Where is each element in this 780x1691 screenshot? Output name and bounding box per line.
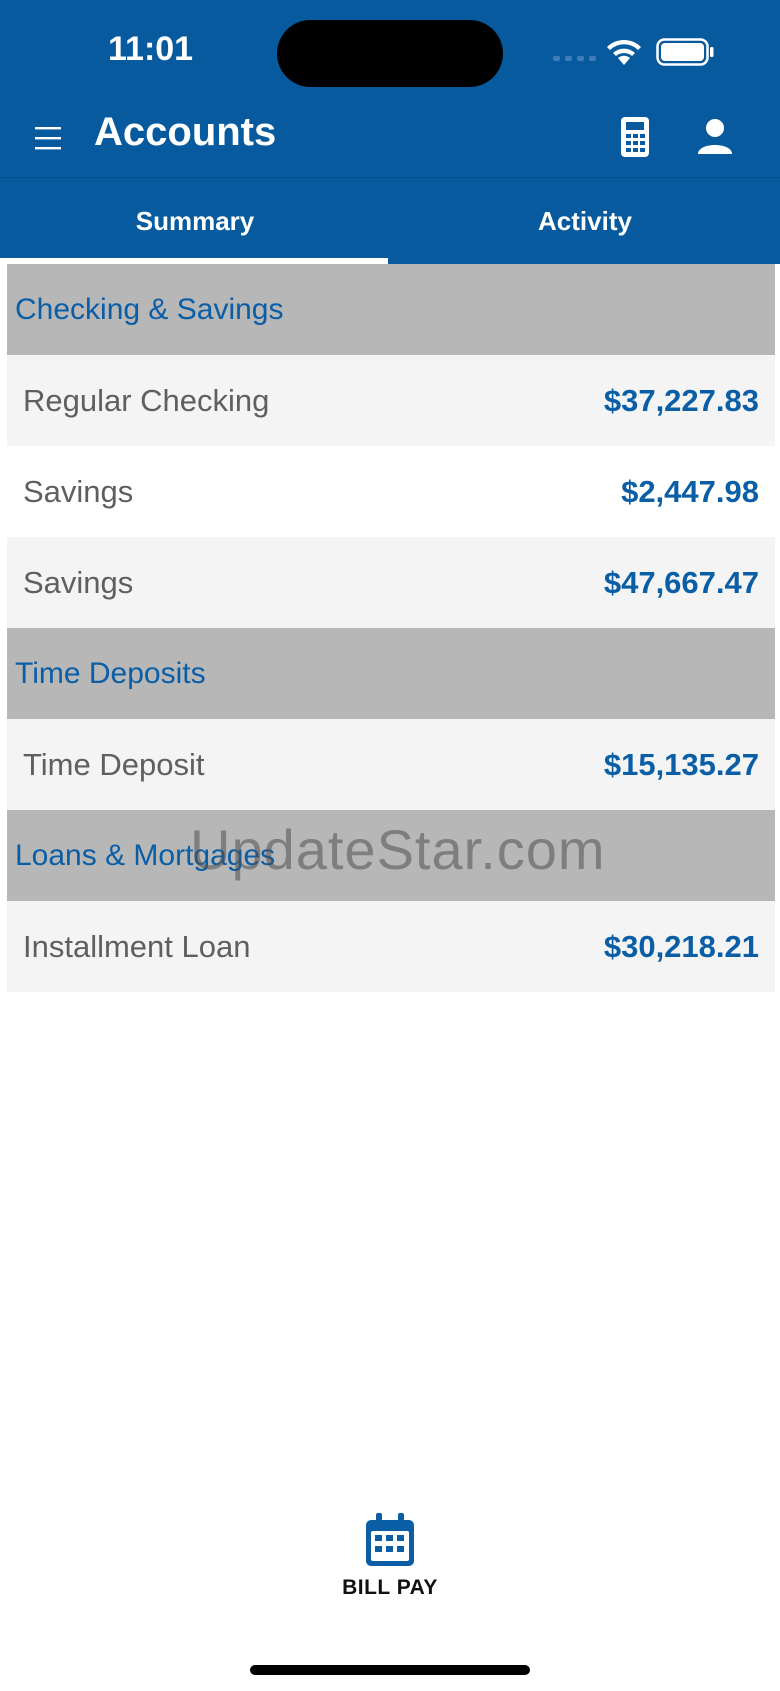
menu-button[interactable] — [30, 120, 68, 156]
battery-icon — [656, 38, 714, 66]
account-balance: $15,135.27 — [603, 746, 759, 782]
account-row-savings-1[interactable]: Savings $2,447.98 — [7, 446, 775, 537]
home-indicator[interactable] — [250, 1665, 530, 1675]
tab-summary[interactable]: Summary — [0, 178, 390, 264]
account-balance: $47,667.47 — [603, 564, 759, 600]
account-balance: $30,218.21 — [603, 928, 759, 964]
section-title: Checking & Savings — [15, 292, 284, 326]
account-row-savings-2[interactable]: Savings $47,667.47 — [7, 537, 775, 628]
section-header-checking-savings: Checking & Savings — [7, 264, 775, 355]
account-name: Regular Checking — [23, 382, 270, 418]
page-title: Accounts — [94, 110, 277, 154]
account-balance: $2,447.98 — [621, 473, 759, 509]
account-name: Installment Loan — [23, 928, 251, 964]
account-row-installment-loan[interactable]: Installment Loan $30,218.21 — [7, 901, 775, 992]
hamburger-menu-icon — [35, 127, 61, 150]
bill-pay-button[interactable]: BILL PAY — [330, 1512, 450, 1602]
wifi-icon — [607, 39, 641, 65]
cellular-signal-icon — [553, 56, 596, 61]
account-name: Savings — [23, 564, 134, 600]
app-header: 11:01 Accounts Summary Activity — [0, 0, 780, 264]
profile-button[interactable] — [696, 118, 734, 156]
user-profile-icon — [698, 119, 732, 154]
dynamic-island — [277, 20, 503, 87]
calculator-icon — [621, 117, 649, 157]
section-header-time-deposits: Time Deposits — [7, 628, 775, 719]
account-row-time-deposit[interactable]: Time Deposit $15,135.27 — [7, 719, 775, 810]
account-name: Savings — [23, 473, 134, 509]
calendar-icon — [366, 1513, 414, 1566]
account-name: Time Deposit — [23, 746, 205, 782]
status-time: 11:01 — [108, 30, 194, 68]
section-title: Time Deposits — [15, 656, 206, 690]
calculator-button[interactable] — [618, 116, 652, 158]
account-balance: $37,227.83 — [603, 382, 759, 418]
account-row-regular-checking[interactable]: Regular Checking $37,227.83 — [7, 355, 775, 446]
bill-pay-label: BILL PAY — [342, 1576, 438, 1599]
tab-activity[interactable]: Activity — [390, 178, 780, 264]
section-header-loans-mortgages: Loans & Mortgages — [7, 810, 775, 901]
section-title: Loans & Mortgages — [15, 838, 276, 872]
accounts-list: Checking & Savings Regular Checking $37,… — [7, 264, 775, 992]
